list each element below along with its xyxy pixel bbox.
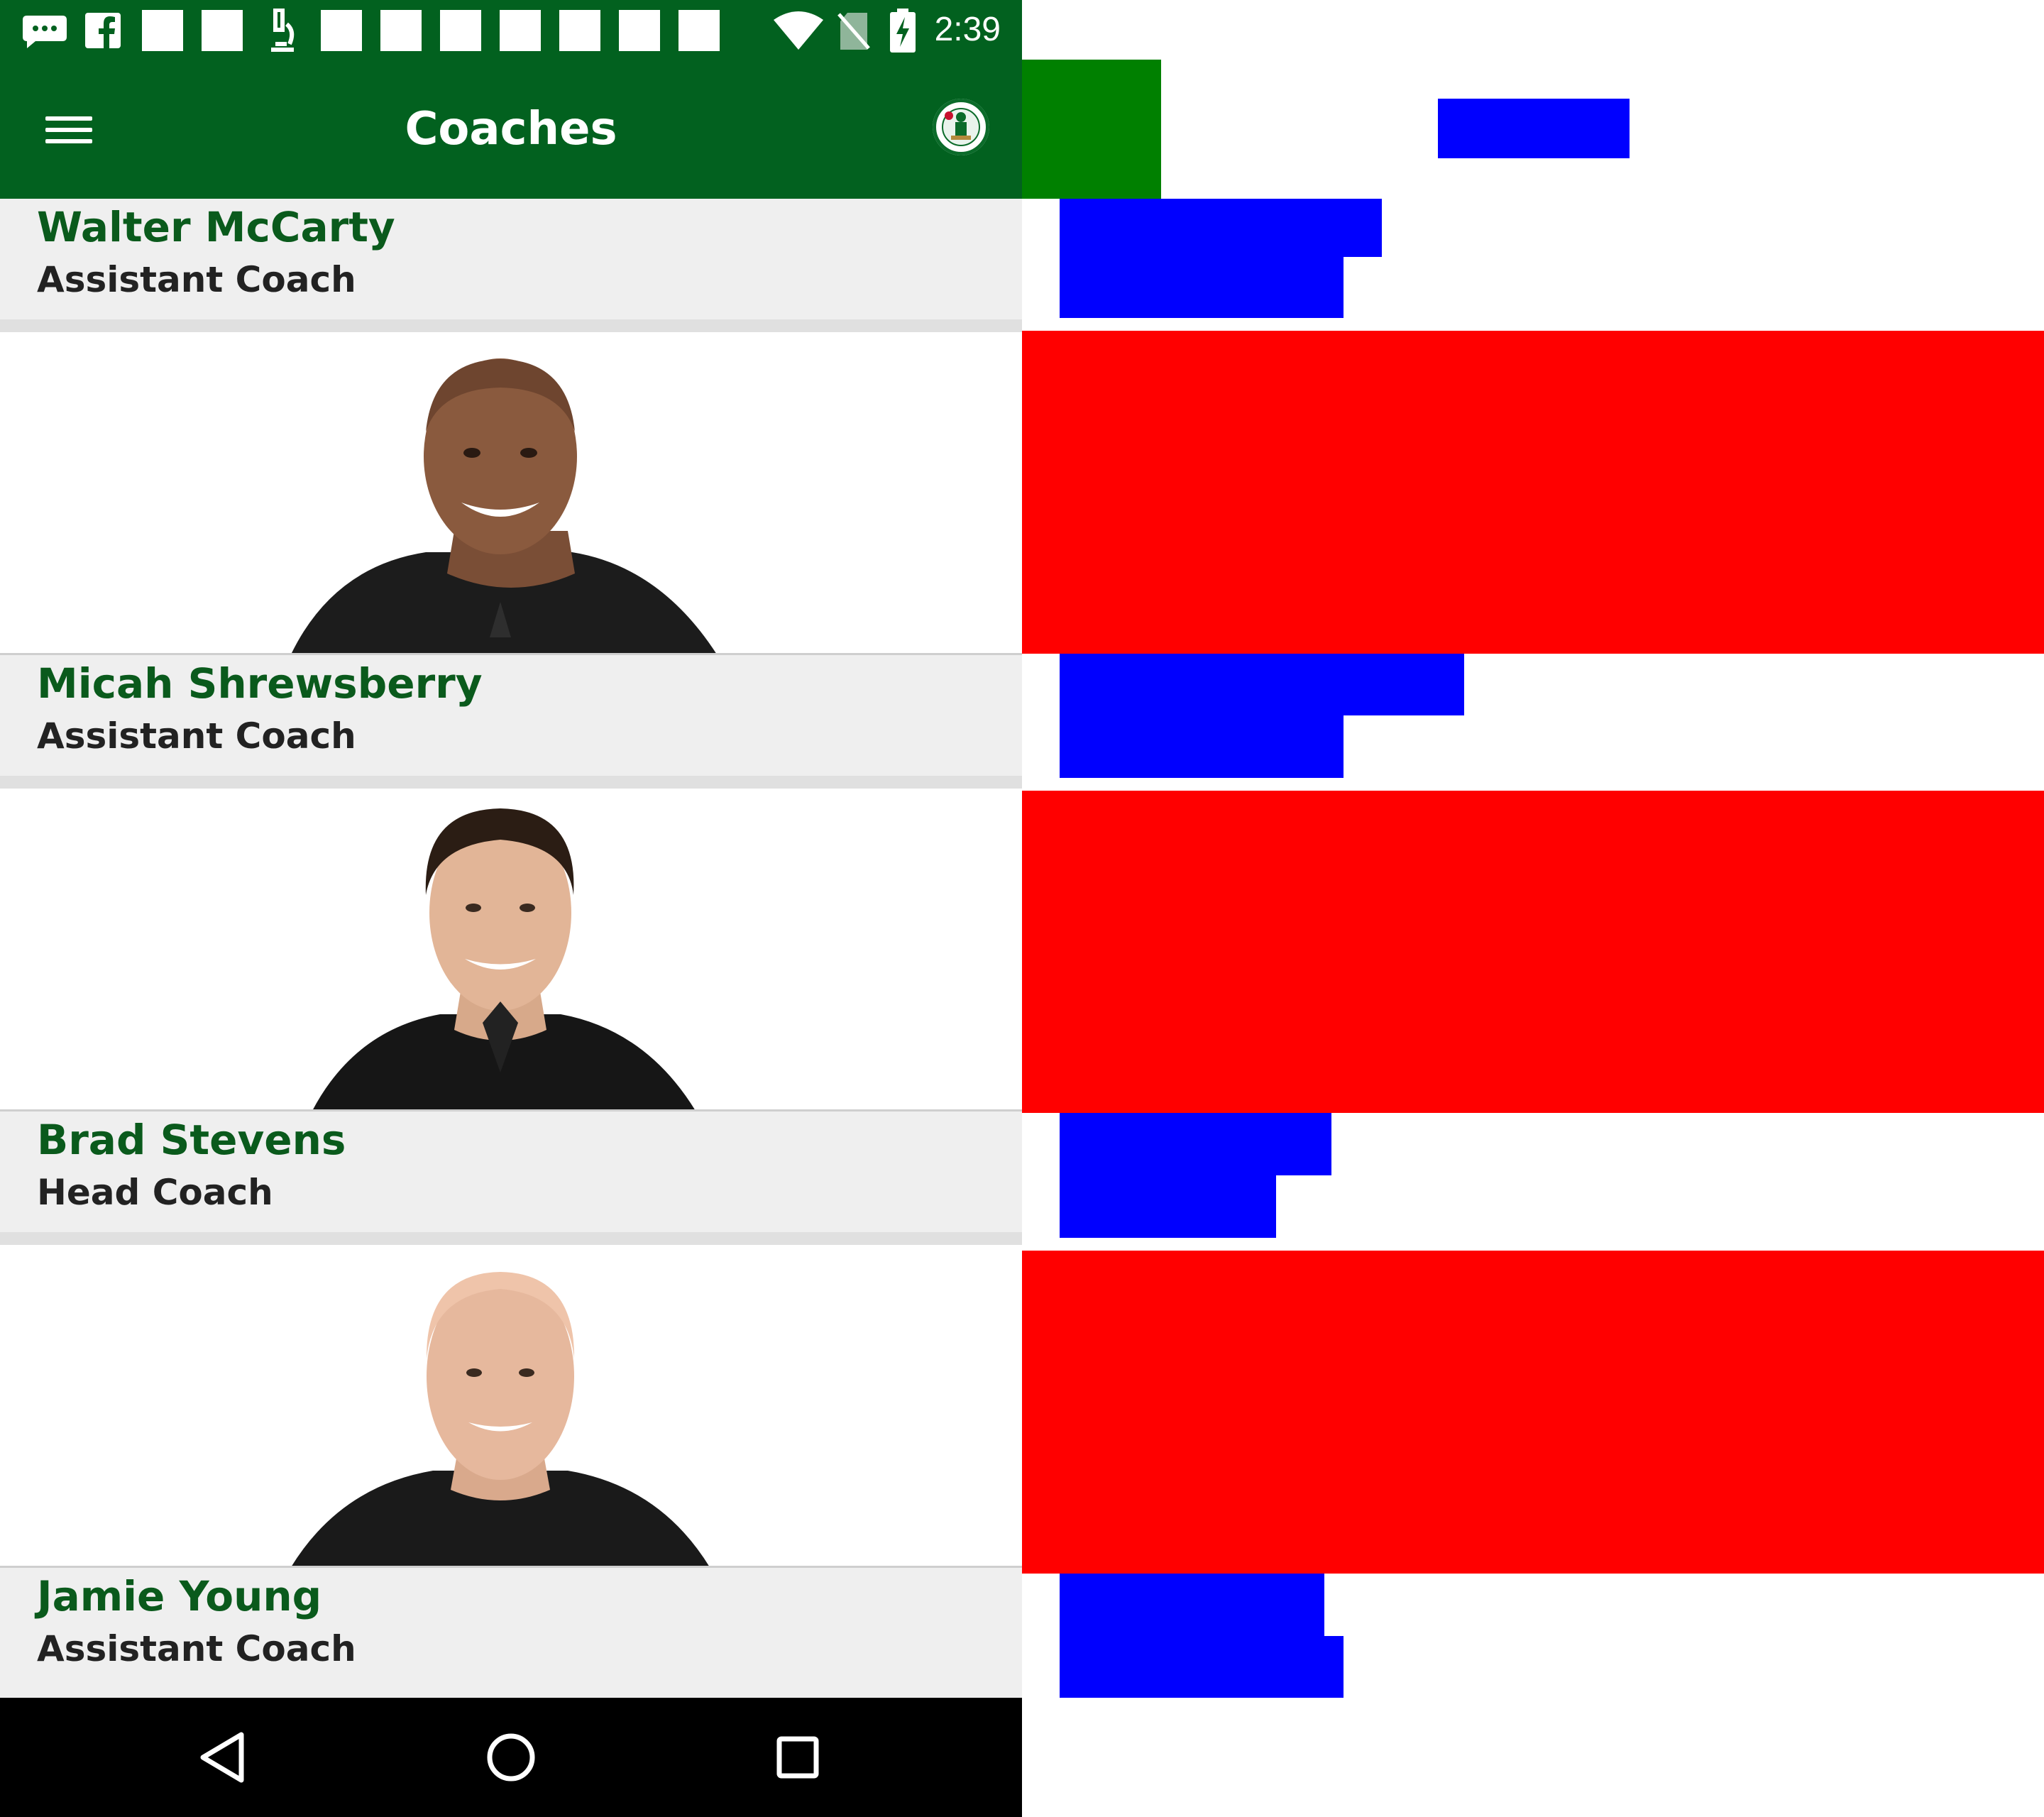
green-block: [1022, 60, 1161, 199]
wifi-icon: [774, 11, 823, 50]
app-bar: Coaches: [0, 60, 1022, 199]
notification-square: [380, 10, 422, 51]
status-bar: 2:39: [0, 0, 1022, 60]
list-separator: [0, 776, 1022, 789]
no-sim-icon: [837, 13, 870, 50]
coach-list: Walter McCarty Assistant Coach Micah Shr…: [0, 199, 1022, 1698]
blue-block: [1060, 257, 1344, 318]
battery-charging-icon: [890, 9, 916, 53]
red-block: [1022, 791, 2044, 1113]
blue-block: [1060, 1175, 1276, 1238]
celtics-logo[interactable]: [933, 99, 989, 155]
blue-block: [1060, 654, 1464, 715]
notification-square: [440, 10, 481, 51]
blue-block: [1060, 1636, 1344, 1698]
blue-block: [1060, 199, 1382, 257]
notification-square: [321, 10, 362, 51]
notification-square: [202, 10, 243, 51]
coach-info[interactable]: Brad Stevens Head Coach: [0, 1111, 1022, 1232]
recents-square-icon[interactable]: [762, 1722, 833, 1793]
coach-title: Head Coach: [37, 1172, 273, 1213]
coach-name: Jamie Young: [37, 1572, 322, 1620]
notification-square: [500, 10, 541, 51]
coach-title: Assistant Coach: [37, 259, 356, 300]
blue-block: [1060, 1113, 1331, 1175]
page-title: Coaches: [405, 103, 617, 155]
coach-title: Assistant Coach: [37, 715, 356, 757]
coach-photo[interactable]: [0, 789, 1022, 1111]
list-separator: [0, 1232, 1022, 1245]
blue-block: [1060, 1574, 1324, 1636]
coach-title: Assistant Coach: [37, 1628, 356, 1669]
coach-photo[interactable]: [0, 332, 1022, 654]
coach-name: Walter McCarty: [37, 203, 395, 251]
facebook-icon: [85, 13, 121, 48]
coach-portrait: [291, 1272, 710, 1567]
back-triangle-icon[interactable]: [189, 1722, 260, 1793]
microscope-icon: [271, 9, 295, 52]
coach-portrait: [291, 358, 717, 654]
coach-info[interactable]: Micah Shrewsberry Assistant Coach: [0, 655, 1022, 776]
notification-square: [678, 10, 720, 51]
notification-square: [619, 10, 660, 51]
home-circle-icon[interactable]: [476, 1722, 546, 1793]
notification-square: [142, 10, 183, 51]
blue-block: [1438, 99, 1630, 158]
red-block: [1022, 331, 2044, 654]
list-separator: [0, 319, 1022, 332]
coach-photo[interactable]: [0, 1245, 1022, 1567]
red-block: [1022, 1251, 2044, 1574]
status-time: 2:39: [934, 11, 1001, 48]
phone-screen: 2:39 Coaches Walter McCarty Assistant Co…: [0, 0, 1022, 1817]
coach-name: Brad Stevens: [37, 1116, 346, 1164]
blue-block: [1060, 715, 1344, 778]
navigation-bar: [0, 1698, 1022, 1817]
message-icon: [23, 16, 67, 48]
notification-square: [559, 10, 600, 51]
coach-info[interactable]: Jamie Young Assistant Coach: [0, 1568, 1022, 1698]
coach-portrait: [312, 808, 696, 1111]
coach-info[interactable]: Walter McCarty Assistant Coach: [0, 199, 1022, 319]
coach-name: Micah Shrewsberry: [37, 659, 483, 708]
